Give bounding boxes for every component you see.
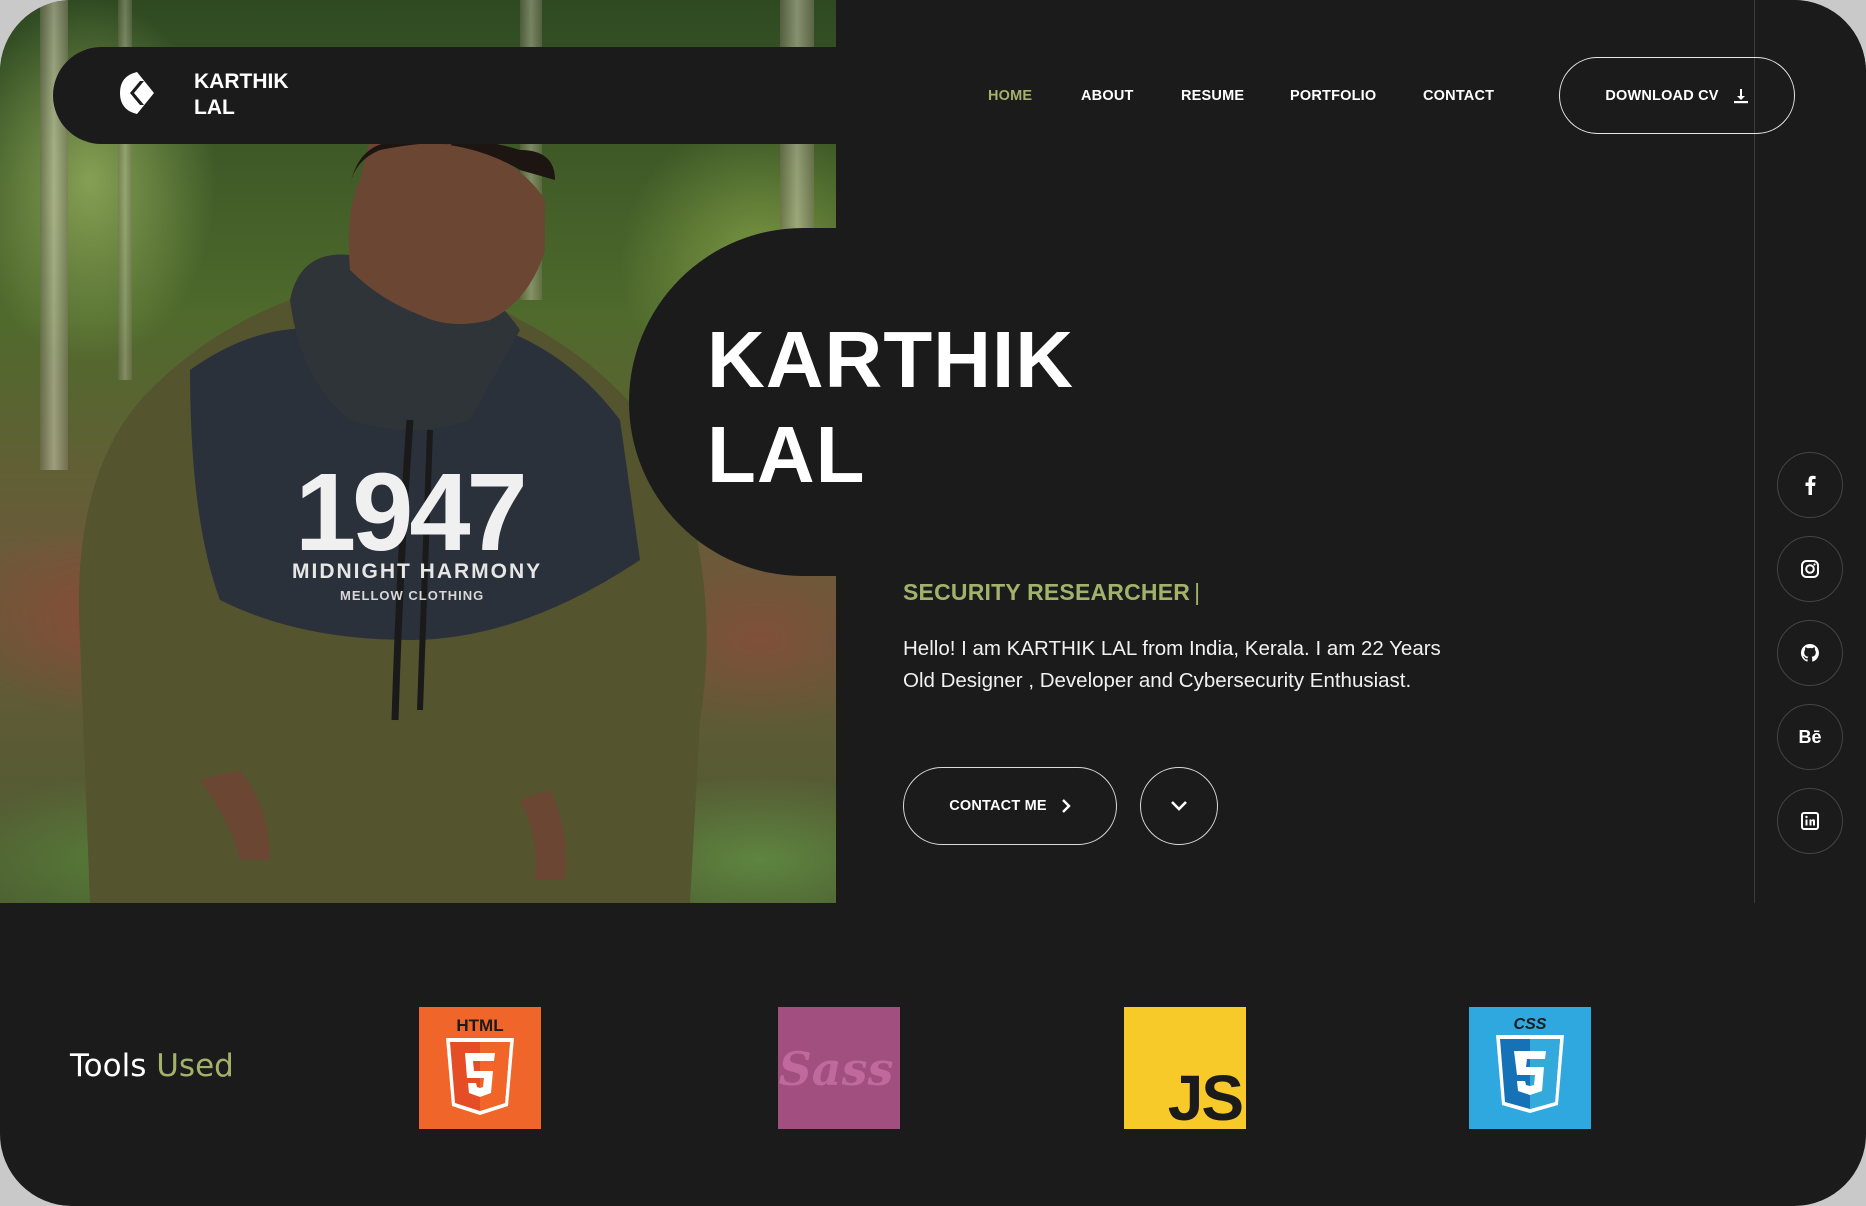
logo-icon[interactable] xyxy=(116,70,158,116)
chevron-right-icon xyxy=(1061,799,1071,813)
bio-text: Hello! I am KARTHIK LAL from India, Kera… xyxy=(903,637,1441,692)
behance-icon: Bē xyxy=(1798,726,1822,747)
download-cv-button[interactable]: DOWNLOAD CV xyxy=(1559,57,1795,134)
page-frame: 1947 MIDNIGHT HARMONY MELLOW CLOTHING KA… xyxy=(0,0,1866,1206)
brand-line1: KARTHIK xyxy=(194,70,289,93)
html5-label: HTML xyxy=(456,1016,503,1035)
javascript-logo: JS xyxy=(1124,1007,1246,1129)
svg-text:MELLOW CLOTHING: MELLOW CLOTHING xyxy=(340,588,484,603)
svg-text:MIDNIGHT HARMONY: MIDNIGHT HARMONY xyxy=(292,560,542,583)
brand-line2: LAL xyxy=(194,96,235,119)
hero-title: KARTHIK LAL xyxy=(707,312,1207,502)
scroll-down-button[interactable] xyxy=(1140,767,1218,845)
hero-name-line2: LAL xyxy=(707,410,866,499)
divider-line xyxy=(1754,0,1755,903)
svg-text:1947: 1947 xyxy=(295,451,524,574)
brand-name[interactable]: KARTHIK LAL xyxy=(194,69,334,121)
nav-about[interactable]: ABOUT xyxy=(1081,88,1134,104)
contact-me-label: CONTACT ME xyxy=(949,798,1047,814)
html5-logo: HTML xyxy=(419,1007,541,1129)
javascript-label: JS xyxy=(1168,1062,1243,1129)
nav-contact[interactable]: CONTACT xyxy=(1423,88,1494,104)
download-icon xyxy=(1733,88,1748,103)
social-facebook[interactable] xyxy=(1777,452,1843,518)
typing-caret: | xyxy=(1194,579,1201,605)
role-heading: SECURITY RESEARCHER | xyxy=(903,579,1200,606)
navbar-background xyxy=(53,47,836,144)
social-linkedin[interactable] xyxy=(1777,788,1843,854)
role-text: SECURITY RESEARCHER xyxy=(903,579,1191,605)
nav-home[interactable]: HOME xyxy=(988,88,1032,104)
social-behance[interactable]: Bē xyxy=(1777,704,1843,770)
css3-logo: CSS xyxy=(1469,1007,1591,1129)
instagram-icon xyxy=(1801,560,1819,578)
hero-name-line1: KARTHIK xyxy=(707,315,1074,404)
sass-label: Sass xyxy=(779,1042,894,1096)
chevron-down-icon xyxy=(1171,801,1187,811)
tools-heading: Tools Used xyxy=(70,1048,234,1084)
facebook-icon xyxy=(1805,475,1816,495)
sass-logo: Sass xyxy=(778,1007,900,1129)
download-cv-label: DOWNLOAD CV xyxy=(1605,87,1719,104)
css3-label: CSS xyxy=(1514,1016,1547,1033)
linkedin-icon xyxy=(1801,812,1819,830)
tools-heading-part2: Used xyxy=(156,1048,234,1084)
nav-portfolio[interactable]: PORTFOLIO xyxy=(1290,88,1376,104)
github-icon xyxy=(1800,643,1819,662)
tools-heading-part1: Tools xyxy=(70,1048,147,1084)
contact-me-button[interactable]: CONTACT ME xyxy=(903,767,1117,845)
nav-resume[interactable]: RESUME xyxy=(1181,88,1244,104)
social-instagram[interactable] xyxy=(1777,536,1843,602)
social-github[interactable] xyxy=(1777,620,1843,686)
